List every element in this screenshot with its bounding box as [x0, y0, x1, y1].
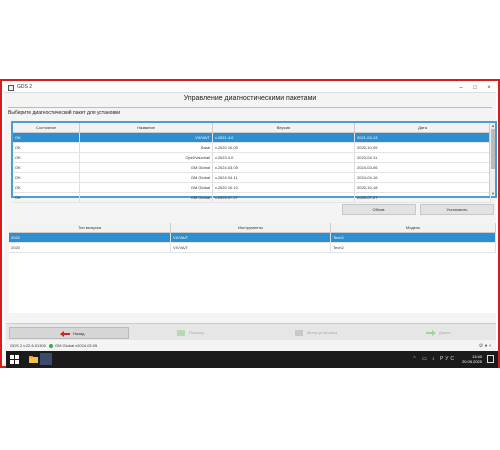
- cell-tool: VX/VA/T: [171, 243, 331, 253]
- cell-state: OK: [13, 143, 80, 153]
- cell-model: Tech2: [331, 233, 496, 243]
- column-header-model[interactable]: Модель: [331, 223, 496, 233]
- cell-name: GM Global: [80, 183, 213, 193]
- help-button-label: Помощь: [189, 330, 205, 335]
- cell-type: 2022: [9, 233, 171, 243]
- title-divider: [8, 107, 492, 108]
- tray-icons[interactable]: ⌃ ▭ ♪ РУС: [412, 356, 456, 362]
- column-header-date[interactable]: Дата: [355, 123, 491, 133]
- cell-date: 2024-04-16: [355, 173, 491, 183]
- windows-start-icon[interactable]: [10, 355, 19, 364]
- minimize-button[interactable]: –: [454, 83, 468, 93]
- next-button-label: Далее: [439, 330, 451, 335]
- cell-tool: VX/VA/T: [171, 233, 331, 243]
- section-label: Выберите диагностический пакет для устан…: [8, 110, 121, 116]
- status-ok-icon: [48, 343, 53, 348]
- packages-scrollbar[interactable]: ▲ ▼: [489, 123, 495, 196]
- table-row[interactable]: OK GM Global v.2025.07.27 2025-07-27: [13, 193, 491, 203]
- install-icon: [295, 329, 303, 336]
- cell-name: Opel/Vauxhall: [80, 153, 213, 163]
- screenshot-frame: GDS 2 – □ × Управление диагностическими …: [0, 79, 500, 368]
- back-button[interactable]: Назад: [9, 327, 129, 339]
- next-arrow-icon: [426, 329, 436, 336]
- cell-date: 2023-04-11: [355, 153, 491, 163]
- table-row[interactable]: 2020 VX/VA/T Tech2: [9, 243, 496, 253]
- app-icon: [8, 85, 14, 91]
- column-header-state[interactable]: Состояние: [13, 123, 80, 133]
- status-tray-icons: ⚙ ● ◐: [478, 343, 492, 349]
- status-bar: GDS 2 v.22.6.01300 GM Global v2024.03.05 …: [6, 341, 496, 350]
- status-package: GM Global v2024.03.05: [54, 343, 98, 348]
- cell-name: GM Global: [80, 173, 213, 183]
- cell-name: GM Global: [80, 193, 213, 203]
- cell-state: OK: [13, 163, 80, 173]
- packages-table: Состояние Название Версия Дата OK VX/VA/T…: [11, 121, 497, 203]
- window-title: GDS 2: [17, 84, 33, 90]
- help-button[interactable]: Помощь: [176, 327, 204, 339]
- back-button-label: Назад: [73, 331, 85, 336]
- cell-version: v.2023.4.0: [213, 153, 355, 163]
- table-row[interactable]: OK GM Global v.2024.03.05 2024-03-06: [13, 163, 491, 173]
- table-row[interactable]: OK Opel/Vauxhall v.2023.4.0 2023-04-11: [13, 153, 491, 163]
- cell-type: 2020: [9, 243, 171, 253]
- tools-table-header: Тип выпуска Инструменты Модель: [9, 223, 496, 233]
- table-row[interactable]: OK GM Global v.2024.04.11 2024-04-16: [13, 173, 491, 183]
- packages-table-header: Состояние Название Версия Дата: [13, 123, 491, 133]
- back-arrow-icon: [60, 330, 70, 337]
- table-row[interactable]: OK VX/VA/T v.2021.4.0 2021-04-13: [13, 133, 491, 143]
- title-bar: GDS 2 – □ ×: [4, 83, 496, 93]
- cell-version: v.2025.07.27: [213, 193, 355, 203]
- help-icon: [177, 329, 185, 336]
- maximize-button[interactable]: □: [468, 83, 482, 93]
- mini-install-label: Мини-установка: [307, 330, 337, 335]
- clock-date: 20.05.2025: [461, 359, 482, 364]
- cell-state: OK: [13, 153, 80, 163]
- cell-state: OK: [13, 183, 80, 193]
- notification-icon[interactable]: [487, 355, 494, 363]
- cell-date: 2025-07-27: [355, 193, 491, 203]
- cell-date: 2020-10-09: [355, 143, 491, 153]
- column-header-tool[interactable]: Инструменты: [171, 223, 331, 233]
- cell-date: 2020-10-18: [355, 183, 491, 193]
- tools-table: Тип выпуска Инструменты Модель 2022 VX/VA…: [9, 223, 496, 313]
- mini-install-button[interactable]: Мини-установка: [294, 327, 337, 339]
- cell-name: GM Global: [80, 163, 213, 173]
- scroll-thumb[interactable]: [491, 129, 495, 169]
- gds-window: GDS 2 – □ × Управление диагностическими …: [4, 83, 498, 368]
- cell-name: Saab: [80, 143, 213, 153]
- scroll-down-icon[interactable]: ▼: [490, 191, 496, 196]
- language-indicator[interactable]: РУС: [440, 356, 456, 362]
- cell-version: v.2024.04.11: [213, 173, 355, 183]
- table-row[interactable]: 2022 VX/VA/T Tech2: [9, 233, 496, 243]
- cell-state: OK: [13, 133, 80, 143]
- cell-state: OK: [13, 193, 80, 203]
- cell-state: OK: [13, 173, 80, 183]
- navigation-bar: Назад Помощь Мини-установка Далее: [6, 323, 496, 340]
- scroll-up-icon[interactable]: ▲: [490, 123, 496, 128]
- cell-model: Tech2: [331, 243, 496, 253]
- cell-version: v.2020.10.05: [213, 143, 355, 153]
- status-version: GDS 2 v.22.6.01300: [10, 343, 46, 348]
- table-row[interactable]: OK Saab v.2020.10.05 2020-10-09: [13, 143, 491, 153]
- file-explorer-icon[interactable]: [28, 354, 39, 365]
- column-header-type[interactable]: Тип выпуска: [9, 223, 171, 233]
- close-button[interactable]: ×: [482, 83, 496, 93]
- clock[interactable]: 13:40 20.05.2025: [462, 354, 482, 364]
- cell-version: v.2021.4.0: [213, 133, 355, 143]
- cell-version: v.2024.03.05: [213, 163, 355, 173]
- cell-name: VX/VA/T: [80, 133, 213, 143]
- gds-taskbar-icon[interactable]: [40, 353, 52, 365]
- install-package-button[interactable]: Установить: [420, 204, 494, 215]
- column-header-version[interactable]: Версия: [213, 123, 355, 133]
- column-header-name[interactable]: Название: [80, 123, 213, 133]
- cell-date: 2021-04-13: [355, 133, 491, 143]
- page-title: Управление диагностическими пакетами: [183, 95, 317, 102]
- cell-version: v.2020.10.10: [213, 183, 355, 193]
- next-button[interactable]: Далее: [426, 327, 451, 339]
- update-button[interactable]: Обнов.: [342, 204, 416, 215]
- table-row[interactable]: OK GM Global v.2020.10.10 2020-10-18: [13, 183, 491, 193]
- cell-date: 2024-03-06: [355, 163, 491, 173]
- windows-taskbar: ⌃ ▭ ♪ РУС 13:40 20.05.2025: [6, 351, 498, 368]
